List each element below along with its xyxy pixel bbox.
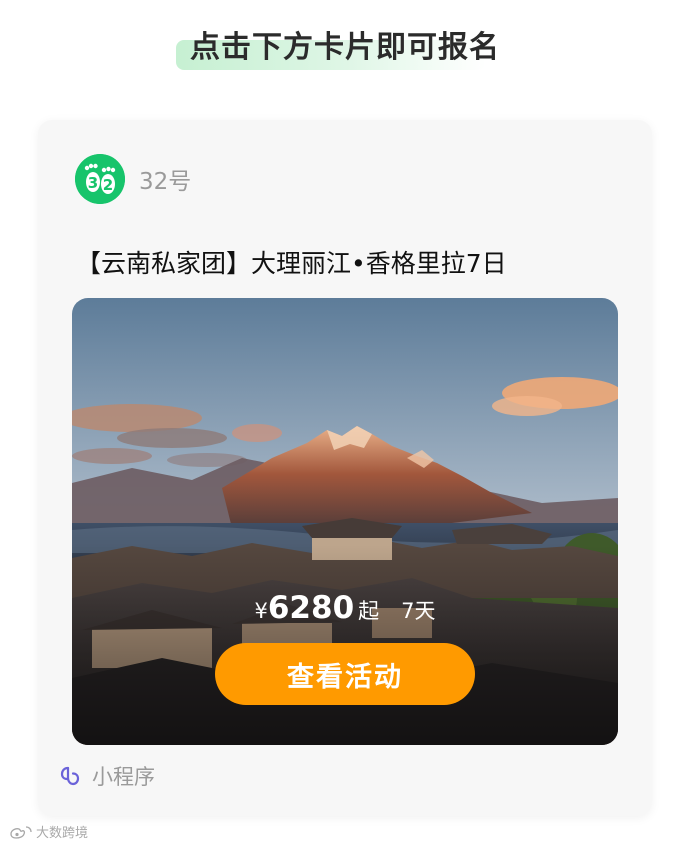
- headline-text: 点击下方卡片即可报名: [190, 30, 500, 65]
- mini-program-card[interactable]: 3 2 32号 【云南私家团】大理丽江•香格里拉7日 ¥6280 起 7天 查看…: [38, 120, 652, 816]
- watermark: 大数跨境: [8, 822, 88, 841]
- trip-duration: 7天: [401, 599, 436, 623]
- price-currency: ¥: [254, 599, 268, 623]
- view-activity-button[interactable]: 查看活动: [215, 643, 475, 705]
- svg-text:2: 2: [103, 176, 113, 194]
- price-row: ¥6280 起 7天: [72, 590, 618, 626]
- account-name: 32号: [139, 169, 192, 195]
- card-title: 【云南私家团】大理丽江•香格里拉7日: [76, 249, 507, 278]
- footprint-logo-icon: 3 2: [75, 154, 125, 204]
- mini-program-label: 小程序: [92, 765, 155, 789]
- headline: 点击下方卡片即可报名: [176, 18, 514, 70]
- account-avatar: 3 2: [75, 154, 125, 204]
- account-row: 3 2 32号: [75, 153, 191, 205]
- watermark-text: 大数跨境: [36, 826, 89, 841]
- mini-program-footer: 小程序: [58, 760, 155, 792]
- mini-program-icon: [60, 766, 80, 786]
- headline-area: 点击下方卡片即可报名: [0, 18, 690, 70]
- page: 点击下方卡片即可报名 3 2 32号 【云南私家团】大理丽江•香格里拉7日 ¥6…: [0, 0, 690, 848]
- weibo-logo-icon: [10, 825, 32, 839]
- cover-image[interactable]: ¥6280 起 7天 查看活动: [72, 298, 618, 745]
- price-value: 6280: [267, 590, 355, 626]
- price-unit: 起: [358, 599, 380, 623]
- svg-text:3: 3: [88, 174, 98, 192]
